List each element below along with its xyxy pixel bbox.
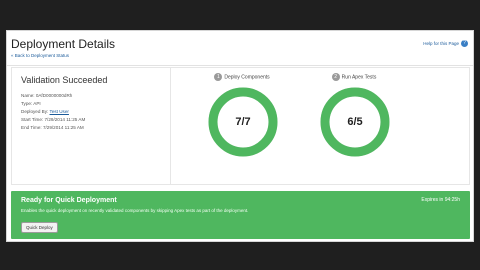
step-number-badge: 2 xyxy=(331,73,340,81)
deployed-by-user-link[interactable]: Test User xyxy=(50,109,69,114)
deploy-components-count: 7/7 xyxy=(235,116,251,128)
run-apex-tests-header: 2 Run Apex Tests xyxy=(294,73,414,81)
detail-row-name: Name: 0AfD0000000dRh xyxy=(21,92,85,100)
deployment-details-page: Deployment Details « Back to Deployment … xyxy=(6,30,474,242)
detail-value: 7/29/2014 11:25 AM xyxy=(42,125,84,130)
detail-row-start-time: Start Time: 7/29/2014 11:25 AM xyxy=(21,116,85,124)
detail-label: Type: xyxy=(21,101,33,106)
deployment-summary-card: Validation Succeeded Name: 0AfD0000000dR… xyxy=(11,67,470,185)
quick-deployment-banner: Ready for Quick Deployment Enables the q… xyxy=(11,191,470,239)
quick-deployment-description: Enables the quick deployment on recently… xyxy=(21,208,249,213)
run-apex-tests-count: 6/5 xyxy=(347,116,363,128)
validation-panel: Validation Succeeded Name: 0AfD0000000dR… xyxy=(12,68,171,184)
detail-label: Name: xyxy=(21,93,35,98)
deploy-components-label: Deploy Components xyxy=(224,74,270,81)
deploy-components-stat: 1 Deploy Components 7/7 xyxy=(182,73,302,183)
detail-label: End Time: xyxy=(21,125,42,130)
deploy-components-header: 1 Deploy Components xyxy=(182,73,302,81)
deployment-details-list: Name: 0AfD0000000dRh Type: API Deployed … xyxy=(21,92,85,132)
quick-deploy-button[interactable]: Quick Deploy xyxy=(21,222,58,233)
detail-row-end-time: End Time: 7/29/2014 11:25 AM xyxy=(21,124,85,132)
detail-value: API xyxy=(33,101,41,106)
page-title: Deployment Details xyxy=(11,37,116,51)
detail-row-type: Type: API xyxy=(21,100,85,108)
detail-value: 0AfD0000000dRh xyxy=(35,93,73,98)
detail-row-deployed-by: Deployed By: Test User xyxy=(21,108,85,116)
detail-label: Deployed By: xyxy=(21,109,49,114)
quick-deployment-expiry: Expires in 94:25h xyxy=(421,197,460,203)
quick-deployment-title: Ready for Quick Deployment xyxy=(21,197,117,204)
detail-label: Start Time: xyxy=(21,117,44,122)
header-divider xyxy=(7,65,473,66)
run-apex-tests-stat: 2 Run Apex Tests 6/5 xyxy=(294,73,414,183)
run-apex-tests-label: Run Apex Tests xyxy=(341,74,377,81)
help-link[interactable]: Help for this Page xyxy=(423,41,459,46)
validation-status-title: Validation Succeeded xyxy=(21,75,108,85)
step-number-badge: 1 xyxy=(214,73,223,81)
question-icon[interactable]: ? xyxy=(461,40,468,47)
detail-value: 7/29/2014 11:25 AM xyxy=(44,117,86,122)
back-to-deployment-status-link[interactable]: « Back to Deployment Status xyxy=(11,53,69,58)
